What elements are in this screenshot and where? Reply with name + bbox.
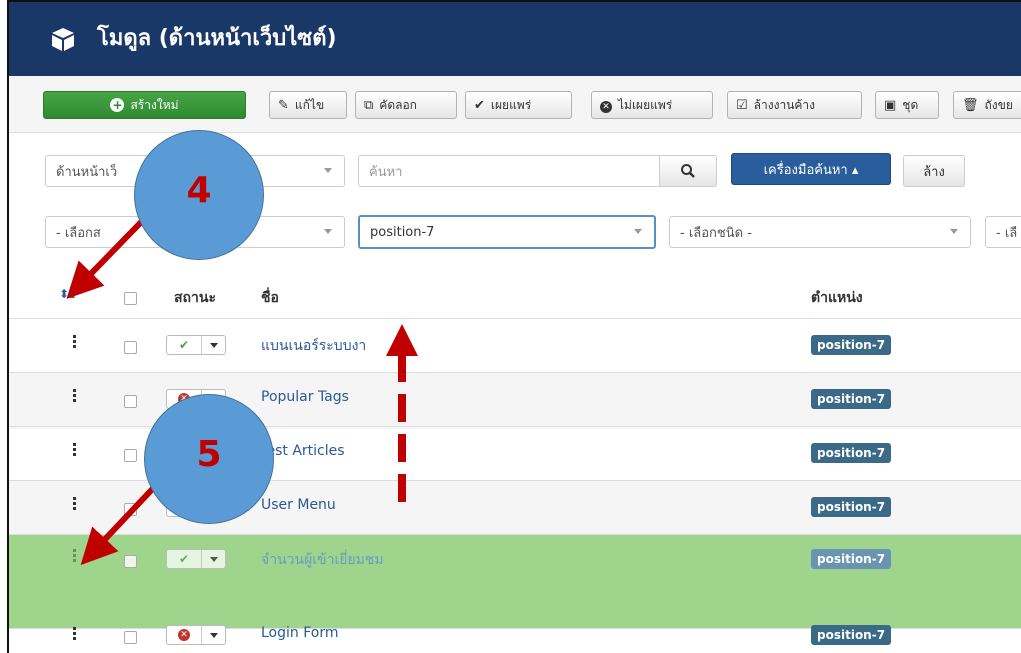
step-4-callout: 4 bbox=[134, 130, 264, 260]
step-4-number: 4 bbox=[186, 169, 212, 211]
step-5-number: 5 bbox=[196, 433, 222, 475]
step-5-callout: 5 bbox=[144, 394, 274, 524]
dashed-arrow-head bbox=[386, 324, 418, 356]
arrow-to-handle bbox=[80, 479, 162, 566]
arrow-to-sort bbox=[66, 211, 152, 299]
screenshot-frame: โมดูล (ด้านหน้าเว็บไซต์) + สร้างใหม่ ✎ แ… bbox=[7, 0, 1021, 653]
annotation-arrows bbox=[66, 211, 418, 566]
